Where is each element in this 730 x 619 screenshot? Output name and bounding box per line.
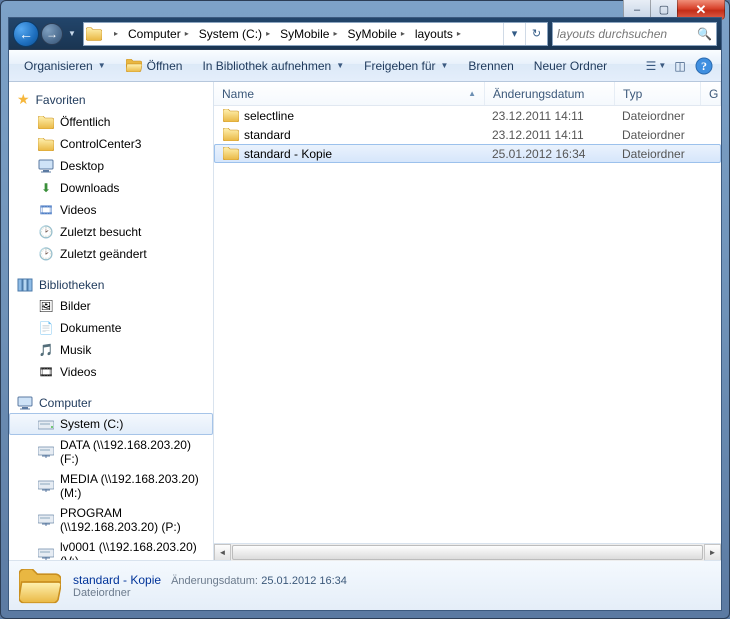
- item-icon: [38, 114, 54, 130]
- file-list[interactable]: selectline 23.12.2011 14:11 Dateiordner …: [214, 106, 721, 543]
- library-icon: [17, 278, 33, 292]
- item-icon: 🕑: [38, 246, 54, 262]
- folder-icon: [223, 147, 239, 160]
- preview-pane-button[interactable]: ◫: [669, 55, 691, 77]
- open-button[interactable]: Öffnen: [117, 54, 192, 78]
- folder-icon: [223, 128, 239, 141]
- content-pane: Name▲ Änderungsdatum Typ G selectline 23…: [214, 82, 721, 560]
- col-type[interactable]: Typ: [615, 82, 701, 105]
- address-toolbar: ← → ▼ ▸ Computer▸ System (C:)▸ SyMobile▸…: [9, 18, 721, 50]
- drive-icon: [38, 478, 54, 494]
- folder-icon: [223, 109, 239, 122]
- refresh-button[interactable]: ↻: [525, 23, 547, 45]
- col-extra[interactable]: G: [701, 82, 721, 105]
- item-icon: 🖼: [38, 298, 54, 314]
- nav-drive-item[interactable]: MEDIA (\\192.168.203.20) (M:): [9, 469, 213, 503]
- drive-icon: [38, 512, 54, 528]
- nav-library-item[interactable]: 🎞Videos: [9, 361, 213, 383]
- col-name[interactable]: Name▲: [214, 82, 485, 105]
- nav-forward-button[interactable]: →: [41, 23, 63, 45]
- nav-library-item[interactable]: 📄Dokumente: [9, 317, 213, 339]
- nav-favorite-item[interactable]: 🕑Zuletzt besucht: [9, 221, 213, 243]
- search-input[interactable]: layouts durchsuchen 🔍: [552, 22, 717, 46]
- crumb-0[interactable]: Computer▸: [122, 23, 193, 45]
- file-row[interactable]: selectline 23.12.2011 14:11 Dateiordner: [214, 106, 721, 125]
- folder-icon: [86, 26, 102, 42]
- scroll-left-button[interactable]: ◄: [214, 544, 231, 561]
- share-button[interactable]: Freigeben für▼: [355, 54, 457, 78]
- nav-favorite-item[interactable]: Desktop: [9, 155, 213, 177]
- item-icon: [38, 158, 54, 174]
- address-bar[interactable]: ▸ Computer▸ System (C:)▸ SyMobile▸ SyMob…: [83, 22, 548, 46]
- nav-drive-item[interactable]: DATA (\\192.168.203.20) (F:): [9, 435, 213, 469]
- search-placeholder: layouts durchsuchen: [557, 27, 667, 41]
- crumb-2[interactable]: SyMobile▸: [274, 23, 341, 45]
- address-dropdown-button[interactable]: ▾: [503, 23, 525, 45]
- navigation-pane[interactable]: ★Favoriten ÖffentlichControlCenter3Deskt…: [9, 82, 214, 560]
- nav-drive-item[interactable]: System (C:): [9, 413, 213, 435]
- item-icon: 🎵: [38, 342, 54, 358]
- nav-favorite-item[interactable]: ⬇Downloads: [9, 177, 213, 199]
- nav-favorite-item[interactable]: 🕑Zuletzt geändert: [9, 243, 213, 265]
- nav-favorite-item[interactable]: ControlCenter3: [9, 133, 213, 155]
- item-icon: 🎞: [38, 202, 54, 218]
- item-icon: 📄: [38, 320, 54, 336]
- nav-drive-item[interactable]: lv0001 (\\192.168.203.20) (V:): [9, 537, 213, 560]
- crumb-3[interactable]: SyMobile▸: [341, 23, 408, 45]
- explorer-window: – ▢ ✕ ← → ▼ ▸ Computer▸ System (C:)▸ SyM…: [0, 0, 730, 619]
- nav-library-item[interactable]: 🎵Musik: [9, 339, 213, 361]
- crumb-computer[interactable]: ▸: [104, 23, 122, 45]
- crumb-1[interactable]: System (C:)▸: [193, 23, 274, 45]
- horizontal-scrollbar[interactable]: ◄ ►: [214, 543, 721, 560]
- drive-icon: [38, 546, 54, 560]
- nav-back-button[interactable]: ←: [13, 21, 39, 47]
- item-icon: 🎞: [38, 364, 54, 380]
- organize-button[interactable]: Organisieren▼: [15, 54, 115, 78]
- help-icon: [695, 57, 713, 75]
- item-icon: [38, 136, 54, 152]
- nav-library-item[interactable]: 🖼Bilder: [9, 295, 213, 317]
- help-button[interactable]: [693, 55, 715, 77]
- col-date[interactable]: Änderungsdatum: [485, 82, 615, 105]
- burn-button[interactable]: Brennen: [459, 54, 522, 78]
- favorites-group[interactable]: ★Favoriten: [9, 88, 213, 111]
- folder-icon: [19, 567, 61, 605]
- scroll-right-button[interactable]: ►: [704, 544, 721, 561]
- nav-favorite-item[interactable]: Öffentlich: [9, 111, 213, 133]
- search-icon: 🔍: [697, 27, 712, 41]
- file-row[interactable]: standard 23.12.2011 14:11 Dateiordner: [214, 125, 721, 144]
- include-library-button[interactable]: In Bibliothek aufnehmen▼: [193, 54, 353, 78]
- computer-group[interactable]: Computer: [9, 393, 213, 413]
- details-date-label: Änderungsdatum:: [171, 575, 258, 587]
- scroll-thumb[interactable]: [232, 545, 703, 560]
- details-name: standard - Kopie: [73, 573, 161, 587]
- command-toolbar: Organisieren▼ Öffnen In Bibliothek aufne…: [9, 50, 721, 82]
- new-folder-button[interactable]: Neuer Ordner: [525, 54, 616, 78]
- drive-icon: [38, 444, 54, 460]
- folder-open-icon: [126, 59, 142, 72]
- recent-locations-button[interactable]: ▼: [65, 24, 79, 44]
- details-pane: standard - Kopie Änderungsdatum: 25.01.2…: [9, 560, 721, 610]
- details-date-value: 25.01.2012 16:34: [261, 575, 347, 587]
- file-row[interactable]: standard - Kopie 25.01.2012 16:34 Dateio…: [214, 144, 721, 163]
- titlebar[interactable]: – ▢ ✕: [1, 1, 729, 17]
- details-type: Dateiordner: [73, 587, 347, 599]
- libraries-group[interactable]: Bibliotheken: [9, 275, 213, 295]
- view-options-button[interactable]: ☰▼: [645, 55, 667, 77]
- drive-icon: [38, 416, 54, 432]
- star-icon: ★: [17, 91, 30, 108]
- monitor-icon: [17, 396, 33, 410]
- item-icon: 🕑: [38, 224, 54, 240]
- column-headers[interactable]: Name▲ Änderungsdatum Typ G: [214, 82, 721, 106]
- item-icon: ⬇: [38, 180, 54, 196]
- nav-favorite-item[interactable]: 🎞Videos: [9, 199, 213, 221]
- crumb-4[interactable]: layouts▸: [409, 23, 465, 45]
- nav-drive-item[interactable]: PROGRAM (\\192.168.203.20) (P:): [9, 503, 213, 537]
